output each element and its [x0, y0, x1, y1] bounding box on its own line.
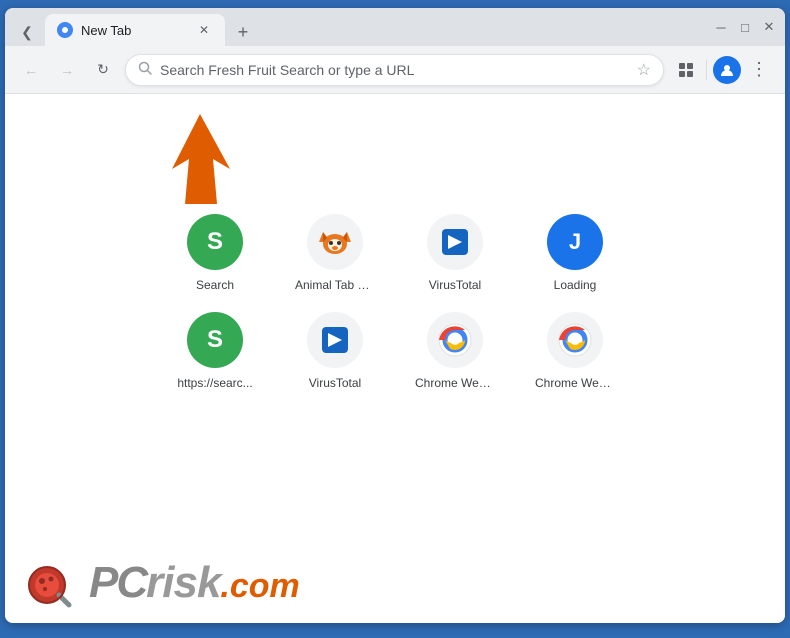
close-button[interactable]: ✕	[761, 19, 777, 35]
virustotal-2-label: VirusTotal	[309, 376, 361, 390]
omnibox-text: Search Fresh Fruit Search or type a URL	[160, 62, 629, 78]
reload-button[interactable]: ↻	[89, 56, 117, 84]
chrome-web-1-icon-bg	[427, 312, 483, 368]
pcrisk-logo-icon	[25, 557, 77, 609]
chrome-web-2-label: Chrome Web...	[535, 376, 615, 390]
search-letter: S	[207, 228, 223, 256]
tab-close-button[interactable]: ✕	[195, 21, 213, 39]
forward-button[interactable]: →	[53, 56, 81, 84]
loading-letter: J	[569, 229, 581, 255]
loading-label: Loading	[554, 278, 597, 292]
virustotal-1-label: VirusTotal	[429, 278, 481, 292]
speed-dial: S Search	[170, 214, 620, 390]
virustotal-2-icon-bg	[307, 312, 363, 368]
extensions-button[interactable]	[672, 56, 700, 84]
speed-dial-virustotal-2[interactable]: VirusTotal	[290, 312, 380, 390]
omnibox-search-icon	[138, 61, 152, 78]
minimize-button[interactable]: ─	[713, 19, 729, 35]
tab-scroll-left[interactable]: ❮	[13, 18, 41, 46]
browser-window: ❮ New Tab ✕ + ─ □ ✕ ← → ↻	[5, 8, 785, 623]
animal-tab-icon-bg	[307, 214, 363, 270]
bookmark-star-icon[interactable]: ☆	[637, 60, 651, 80]
window-controls: ─ □ ✕	[713, 19, 777, 35]
speed-dial-search[interactable]: S Search	[170, 214, 260, 292]
watermark: PC risk .com	[5, 543, 785, 623]
new-tab-button[interactable]: +	[229, 18, 257, 46]
chrome-menu-button[interactable]: ⋮	[745, 56, 773, 84]
speed-dial-chrome-web-2[interactable]: Chrome Web...	[530, 312, 620, 390]
title-bar: ❮ New Tab ✕ + ─ □ ✕	[5, 8, 785, 46]
pc-text: PC	[89, 558, 146, 608]
https-search-icon-bg: S	[187, 312, 243, 368]
speed-dial-virustotal-1[interactable]: VirusTotal	[410, 214, 500, 292]
nav-divider	[706, 60, 707, 80]
search-label: Search	[196, 278, 234, 292]
chrome-web-1-label: Chrome Web...	[415, 376, 495, 390]
speed-dial-https-search[interactable]: S https://searc...	[170, 312, 260, 390]
search-icon-bg: S	[187, 214, 243, 270]
tab-strip: ❮ New Tab ✕ +	[13, 8, 713, 46]
virustotal-1-icon-bg	[427, 214, 483, 270]
omnibox[interactable]: Search Fresh Fruit Search or type a URL …	[125, 54, 664, 86]
arrow-annotation	[145, 114, 245, 194]
https-search-letter: S	[207, 326, 223, 354]
https-search-label: https://searc...	[177, 376, 252, 390]
nav-extras: ⋮	[672, 56, 773, 84]
maximize-button[interactable]: □	[737, 19, 753, 35]
risk-text: risk	[146, 558, 220, 608]
chrome-web-2-icon-bg	[547, 312, 603, 368]
profile-button[interactable]	[713, 56, 741, 84]
tab-favicon	[57, 22, 73, 38]
tab-title: New Tab	[81, 23, 131, 38]
page-content: S Search	[5, 94, 785, 623]
speed-dial-chrome-web-1[interactable]: Chrome Web...	[410, 312, 500, 390]
active-tab[interactable]: New Tab ✕	[45, 14, 225, 46]
dotcom-text: .com	[220, 567, 299, 606]
navigation-bar: ← → ↻ Search Fresh Fruit Search or type …	[5, 46, 785, 94]
back-button[interactable]: ←	[17, 56, 45, 84]
loading-icon-bg: J	[547, 214, 603, 270]
pcrisk-wordmark: PC risk .com	[89, 558, 300, 608]
speed-dial-loading[interactable]: J Loading	[530, 214, 620, 292]
animal-tab-label: Animal Tab N...	[295, 278, 375, 292]
speed-dial-animal-tab[interactable]: Animal Tab N...	[290, 214, 380, 292]
